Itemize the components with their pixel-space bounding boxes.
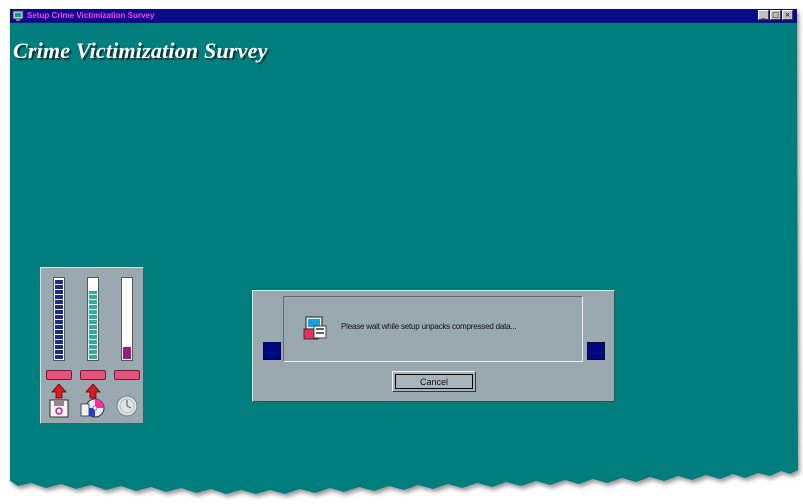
source-disk-gauge [53,277,65,361]
source-disk-label [46,370,72,380]
disk-meters-panel [40,267,144,424]
cancel-button[interactable]: Cancel [392,371,476,392]
close-button[interactable]: × [782,10,793,20]
unpack-computer-icon [303,316,327,340]
free-space-label [114,370,140,380]
destination-disk-gauge-fill [89,291,97,359]
setup-heading: Crime Victimization Survey [13,38,268,63]
free-space-gauge [121,277,133,361]
hard-drive-icon [80,384,105,418]
window-title: Setup Crime Victimization Survey [27,11,155,20]
source-disk-gauge-fill [55,279,63,359]
window-client-area [10,9,798,494]
setup-app-icon [12,10,24,21]
destination-disk-gauge [87,277,99,361]
minimize-button[interactable]: _ [758,10,769,20]
free-space-gauge-fill [123,347,131,359]
floppy-disk-icon [49,384,69,418]
progress-indicator-left [263,342,281,360]
dialog-message: Please wait while setup unpacks compress… [341,322,517,331]
progress-indicator-right [587,342,605,360]
unpack-progress-dialog: Please wait while setup unpacks compress… [252,290,615,402]
destination-disk-label [80,370,106,380]
clock-icon [116,395,138,417]
maximize-button[interactable]: □ [770,10,781,20]
title-bar[interactable]: Setup Crime Victimization Survey _ □ × [10,9,797,23]
